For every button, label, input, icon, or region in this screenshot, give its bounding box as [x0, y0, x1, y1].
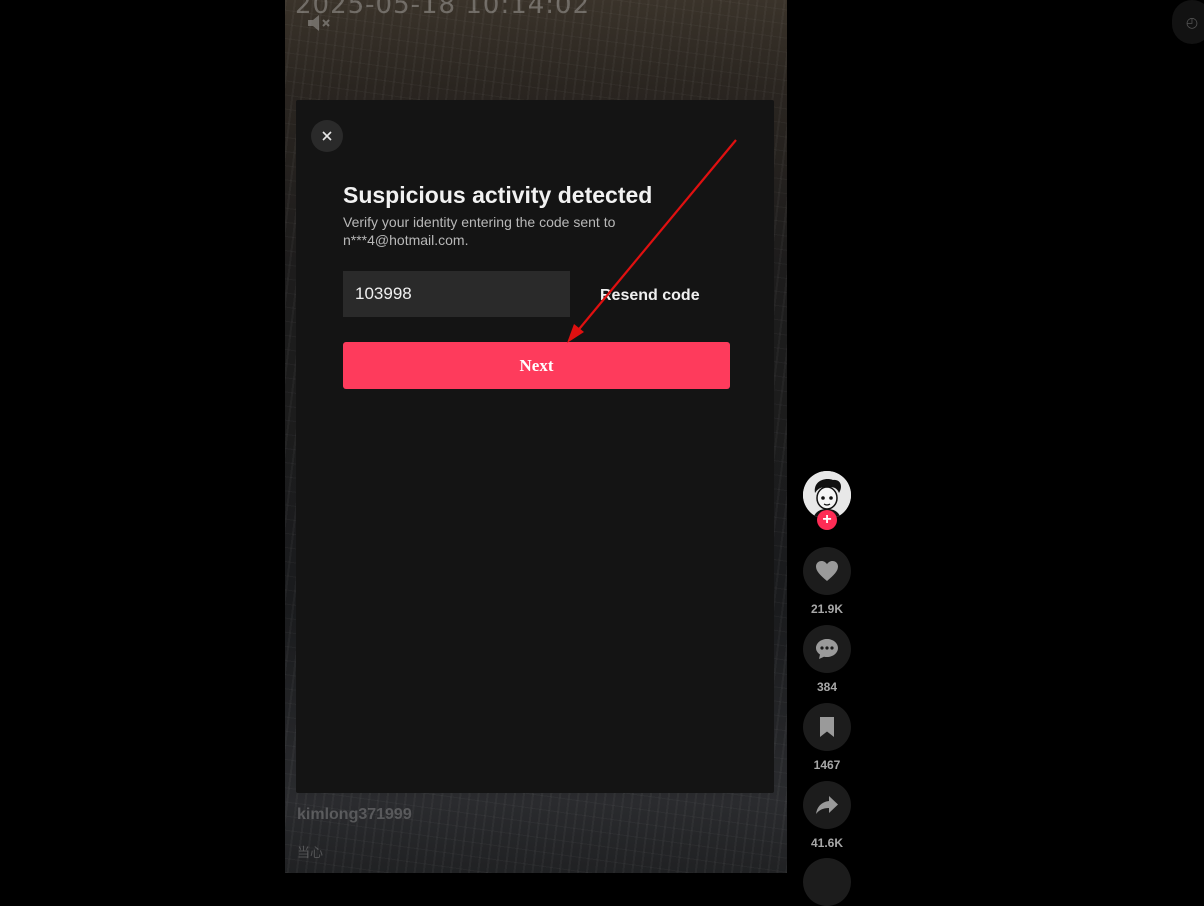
video-author-username[interactable]: kimlong371999	[297, 806, 412, 824]
follow-plus-icon[interactable]: +	[817, 510, 837, 530]
like-button[interactable]	[803, 547, 851, 595]
comment-icon	[816, 639, 838, 659]
modal-title: Suspicious activity detected	[343, 182, 653, 208]
save-button[interactable]	[803, 703, 851, 751]
heart-icon	[816, 561, 838, 581]
share-icon	[816, 796, 838, 814]
close-button[interactable]	[311, 120, 343, 152]
verification-code-input[interactable]	[343, 271, 570, 317]
next-button[interactable]: Next	[343, 342, 730, 389]
resend-code-link[interactable]: Resend code	[600, 287, 700, 305]
mute-icon[interactable]	[306, 12, 332, 34]
bookmark-icon	[820, 717, 834, 737]
music-disc-button[interactable]	[803, 858, 851, 906]
share-button[interactable]	[803, 781, 851, 829]
verification-modal: Suspicious activity detected Verify your…	[296, 100, 774, 793]
comment-count: 384	[816, 680, 838, 694]
close-icon	[322, 131, 332, 141]
like-count: 21.9K	[810, 602, 844, 616]
history-icon[interactable]: ◴	[1172, 0, 1204, 44]
video-caption: 当心	[297, 845, 324, 860]
modal-subtitle: Verify your identity entering the code s…	[343, 214, 616, 248]
save-count: 1467	[813, 758, 841, 772]
comment-button[interactable]	[803, 625, 851, 673]
share-count: 41.6K	[810, 836, 844, 850]
video-timestamp: 2025-05-18 10:14:02	[295, 0, 591, 20]
